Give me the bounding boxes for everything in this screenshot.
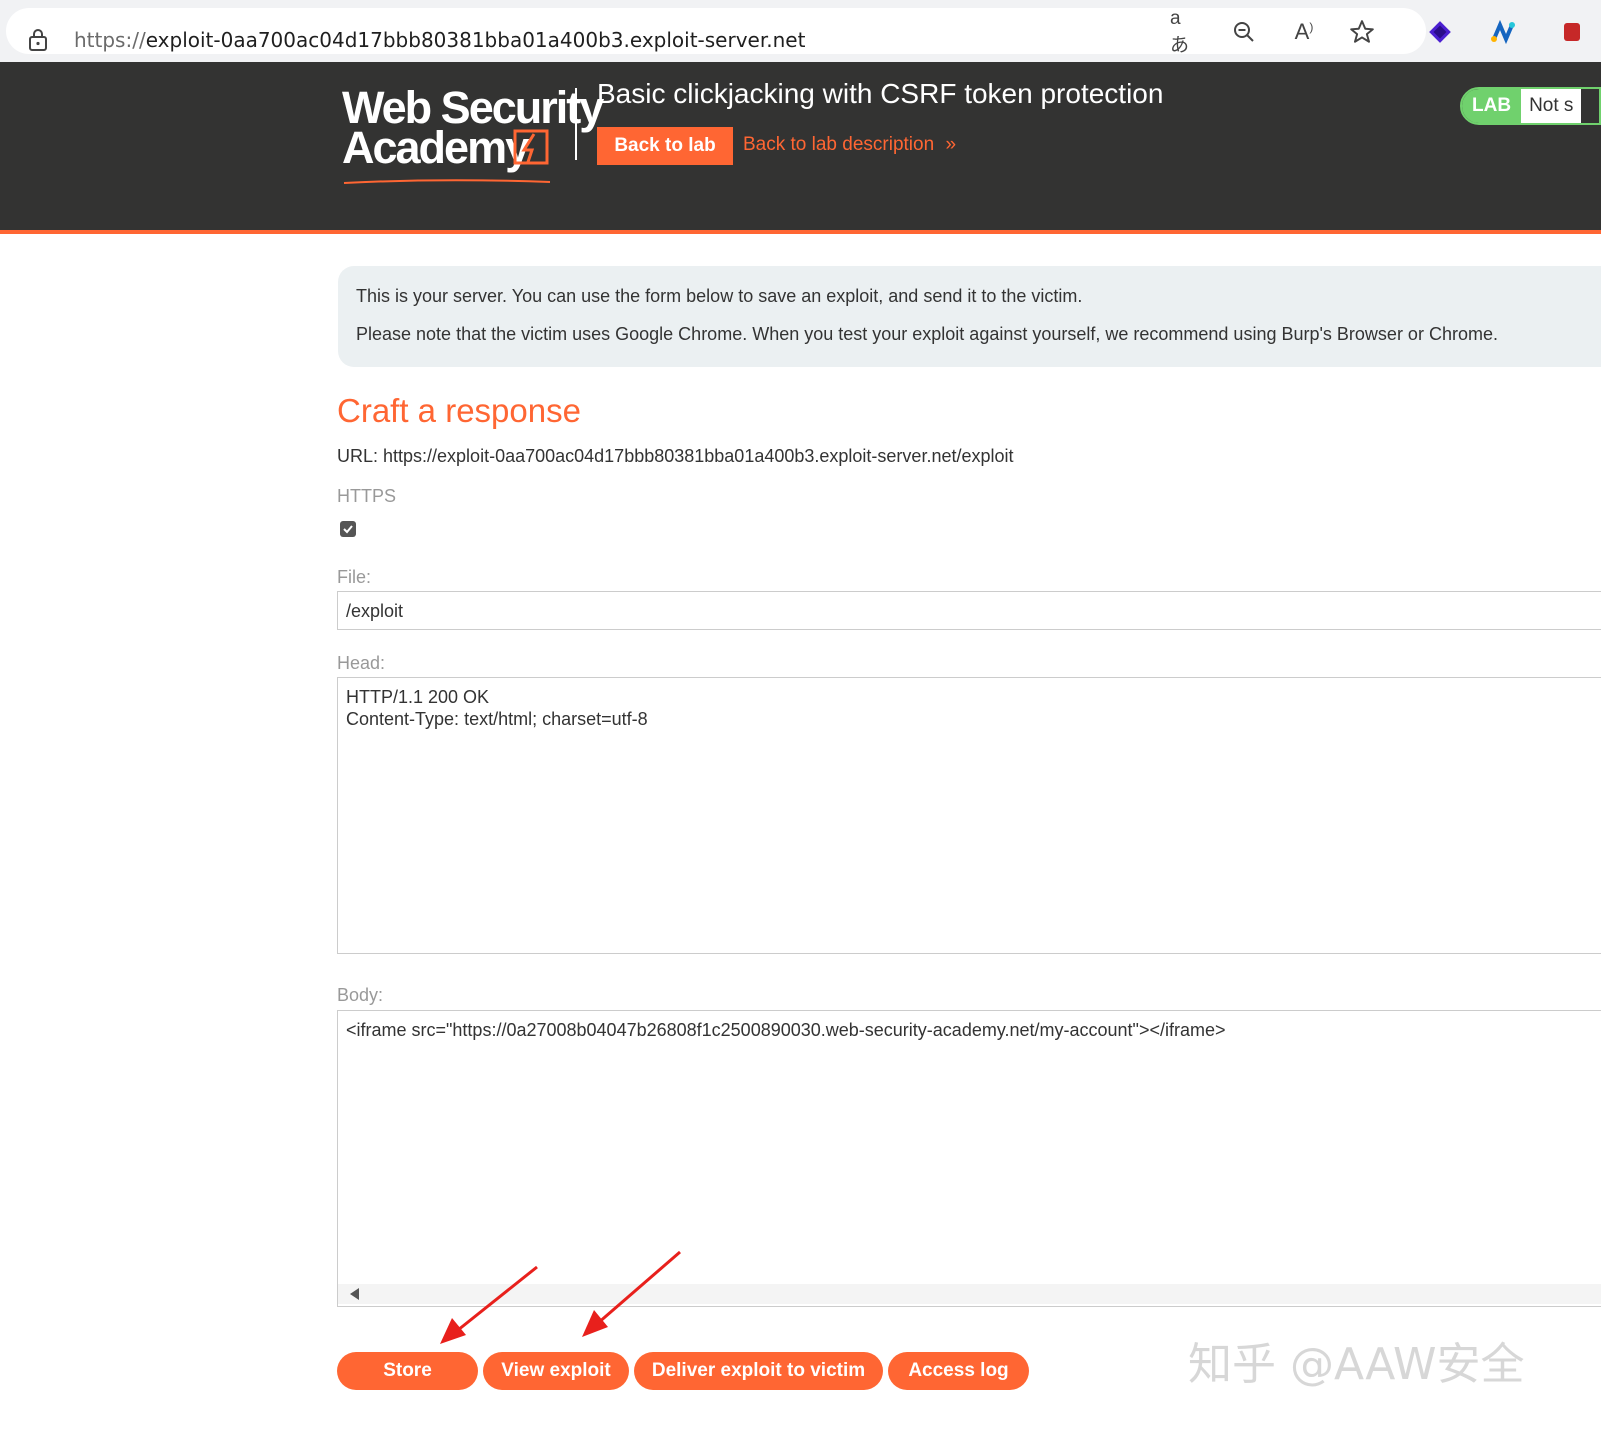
zhihu-watermark: 知乎 @AAW安全 [1188, 1339, 1525, 1390]
logo-line2: Academy [342, 122, 530, 173]
logo-bolt-icon [513, 129, 549, 165]
file-input[interactable]: /exploit [337, 591, 1601, 630]
zoom-out-icon[interactable] [1230, 18, 1258, 46]
https-checkbox[interactable] [340, 521, 356, 537]
browser-address-bar: https://exploit-0aa700ac04d17bbb80381bba… [0, 0, 1601, 63]
head-label: Head: [337, 653, 386, 673]
body-label: Body: [337, 985, 384, 1005]
lab-badge-status: Not s [1521, 89, 1582, 123]
store-button[interactable]: Store [337, 1352, 478, 1390]
lock-icon[interactable] [28, 29, 48, 51]
https-label: HTTPS [337, 486, 397, 506]
extension-purple-icon[interactable] [1426, 18, 1454, 46]
info-line-2: Please note that the victim uses Google … [356, 324, 1498, 344]
favorite-star-icon[interactable] [1348, 18, 1376, 46]
view-exploit-button[interactable]: View exploit [483, 1352, 629, 1390]
file-input-value: /exploit [346, 601, 404, 621]
access-log-button[interactable]: Access log [888, 1352, 1029, 1390]
back-to-lab-button[interactable]: Back to lab [597, 127, 733, 165]
chevron-right-icon: » [945, 134, 957, 155]
body-value: <iframe src="https://0a27008b04047b26808… [346, 1020, 1226, 1040]
body-horizontal-scrollbar[interactable] [338, 1284, 1601, 1304]
deliver-exploit-button[interactable]: Deliver exploit to victim [634, 1352, 883, 1390]
lab-header: Web Security Academy Basic clickjacking … [0, 62, 1601, 234]
url-field[interactable]: https://exploit-0aa700ac04d17bbb80381bba… [6, 8, 1426, 54]
head-line-1: HTTP/1.1 200 OK [346, 687, 490, 707]
exploit-url: URL: https://exploit-0aa700ac04d17bbb803… [337, 446, 1014, 466]
logo-divider [575, 88, 577, 160]
translate-icon[interactable]: aあ [1170, 8, 1198, 56]
body-textarea[interactable]: <iframe src="https://0a27008b04047b26808… [337, 1010, 1601, 1307]
scroll-left-arrow-icon[interactable] [350, 1288, 359, 1300]
back-to-lab-description-text: Back to lab description [743, 134, 935, 155]
head-line-2: Content-Type: text/html; charset=utf-8 [346, 709, 648, 729]
extension-n-icon[interactable] [1490, 18, 1518, 46]
lab-title: Basic clickjacking with CSRF token prote… [597, 78, 1164, 109]
lab-badge-label: LAB [1462, 89, 1522, 123]
extension-red-icon[interactable] [1556, 18, 1584, 46]
read-aloud-icon[interactable]: A) [1290, 18, 1318, 46]
lab-status-badge: LAB Not s [1460, 87, 1601, 125]
read-aloud-glyph: A [1294, 19, 1310, 44]
server-info-panel: This is your server. You can use the for… [338, 266, 1601, 367]
url-scheme: https:// [74, 28, 146, 52]
craft-response-title: Craft a response [337, 392, 581, 429]
url-host: exploit-0aa700ac04d17bbb80381bba01a400b3… [145, 28, 806, 52]
url-text[interactable]: https://exploit-0aa700ac04d17bbb80381bba… [74, 28, 805, 52]
back-to-lab-description-link[interactable]: Back to lab description » [743, 134, 956, 156]
file-label: File: [337, 567, 372, 587]
head-textarea[interactable]: HTTP/1.1 200 OK Content-Type: text/html;… [337, 677, 1601, 954]
info-line-1: This is your server. You can use the for… [356, 286, 1083, 306]
logo-underline-icon [343, 179, 551, 184]
translate-glyph: aあ [1170, 7, 1190, 56]
checkmark-icon [343, 525, 353, 534]
